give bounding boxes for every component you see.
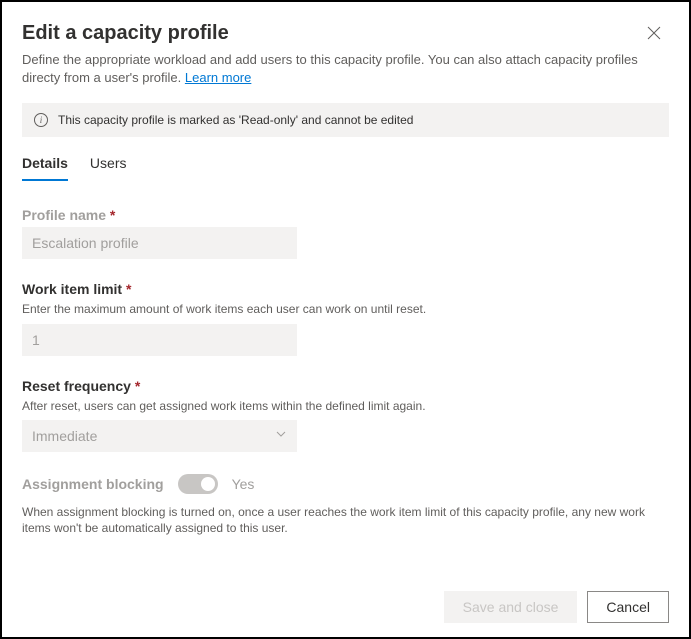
assignment-blocking-state: Yes bbox=[232, 476, 255, 492]
tab-users[interactable]: Users bbox=[90, 155, 127, 181]
work-item-limit-input bbox=[22, 324, 297, 356]
profile-name-input bbox=[22, 227, 297, 259]
assignment-blocking-field: Assignment blocking Yes When assignment … bbox=[22, 474, 669, 536]
tabs: Details Users bbox=[22, 155, 669, 181]
learn-more-link[interactable]: Learn more bbox=[185, 70, 251, 85]
reset-frequency-label: Reset frequency * bbox=[22, 378, 669, 394]
reset-frequency-hint: After reset, users can get assigned work… bbox=[22, 398, 669, 414]
profile-name-label: Profile name * bbox=[22, 207, 669, 223]
assignment-blocking-hint: When assignment blocking is turned on, o… bbox=[22, 504, 669, 536]
assignment-blocking-label: Assignment blocking bbox=[22, 476, 164, 492]
profile-name-field: Profile name * bbox=[22, 207, 669, 259]
info-icon: i bbox=[34, 113, 48, 127]
readonly-banner: i This capacity profile is marked as 'Re… bbox=[22, 103, 669, 137]
tab-details[interactable]: Details bbox=[22, 155, 68, 181]
dialog-subtitle: Define the appropriate workload and add … bbox=[22, 51, 669, 87]
cancel-button[interactable]: Cancel bbox=[587, 591, 669, 623]
assignment-blocking-toggle bbox=[178, 474, 218, 494]
save-and-close-button: Save and close bbox=[444, 591, 578, 623]
work-item-limit-label: Work item limit * bbox=[22, 281, 669, 297]
close-icon[interactable] bbox=[639, 22, 669, 48]
work-item-limit-hint: Enter the maximum amount of work items e… bbox=[22, 301, 669, 317]
dialog-title: Edit a capacity profile bbox=[22, 22, 229, 45]
work-item-limit-field: Work item limit * Enter the maximum amou… bbox=[22, 281, 669, 355]
reset-frequency-select bbox=[22, 420, 297, 452]
banner-text: This capacity profile is marked as 'Read… bbox=[58, 113, 413, 127]
dialog-footer: Save and close Cancel bbox=[444, 591, 669, 623]
reset-frequency-field: Reset frequency * After reset, users can… bbox=[22, 378, 669, 452]
